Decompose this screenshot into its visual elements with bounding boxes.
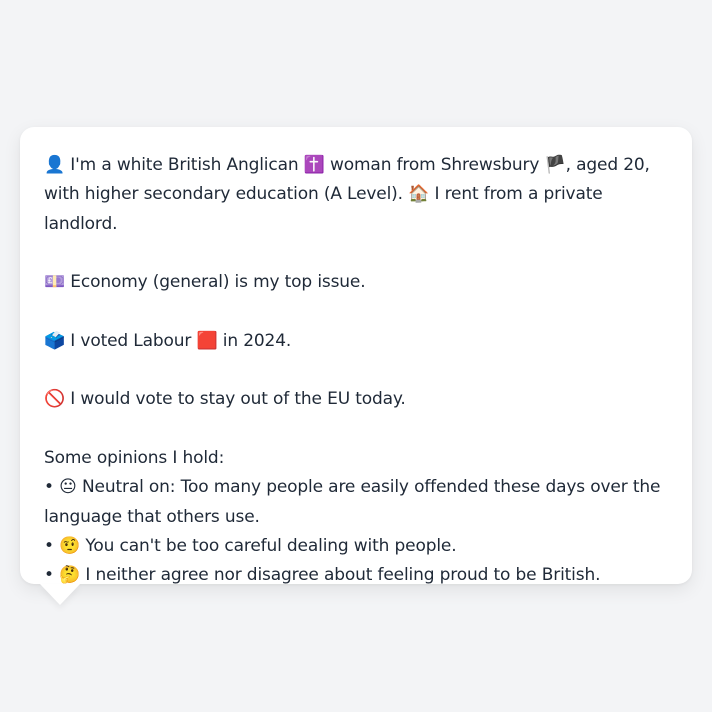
bullet: • [44, 535, 60, 556]
opinion-item: • 🤔 I neither agree nor disagree about f… [44, 561, 668, 590]
thinking-face-icon: 🤔 [59, 565, 81, 586]
eu-line: 🚫 I would vote to stay out of the EU tod… [44, 385, 668, 414]
vote-text-2: in 2024. [217, 330, 292, 351]
ballot-box-icon: 🗳️ [44, 330, 66, 351]
vote-line: 🗳️ I voted Labour 🟥 in 2024. [44, 327, 668, 356]
opinion-text: You can't be too careful dealing with pe… [80, 535, 457, 556]
opinions-heading: Some opinions I hold: [44, 447, 225, 468]
pound-note-icon: 💷 [44, 272, 66, 293]
profile-line: 👤 I'm a white British Anglican ✝️ woman … [44, 151, 668, 239]
neutral-face-icon: 😐 [59, 477, 77, 498]
top-issue-line: 💷 Economy (general) is my top issue. [44, 268, 668, 297]
house-icon: 🏠 [408, 184, 430, 205]
opinion-item: • 🤨 You can't be too careful dealing wit… [44, 532, 668, 561]
person-icon: 👤 [44, 155, 66, 175]
bullet: • [44, 477, 60, 498]
opinion-text: Neutral on: Too many people are easily o… [44, 477, 661, 527]
opinion-text: I neither agree nor disagree about feeli… [80, 565, 601, 586]
bullet: • [44, 565, 60, 586]
top-issue-text: Economy (general) is my top issue. [65, 272, 366, 293]
raised-eyebrow-face-icon: 🤨 [59, 535, 81, 556]
vote-text-1: I voted Labour [65, 330, 197, 351]
prohibited-icon: 🚫 [44, 389, 66, 410]
profile-text-1: I'm a white British Anglican [65, 155, 304, 175]
cross-icon: ✝️ [303, 155, 325, 175]
red-square-icon: 🟥 [196, 330, 218, 351]
speech-bubble-tail [40, 584, 80, 605]
profile-text-2: woman from Shrewsbury [324, 155, 545, 175]
persona-speech-bubble: 👤 I'm a white British Anglican ✝️ woman … [20, 127, 692, 585]
opinion-item: • 😐 Neutral on: Too many people are easi… [44, 473, 668, 532]
eu-text: I would vote to stay out of the EU today… [65, 389, 406, 410]
england-flag-icon: 🏴 [544, 155, 566, 175]
